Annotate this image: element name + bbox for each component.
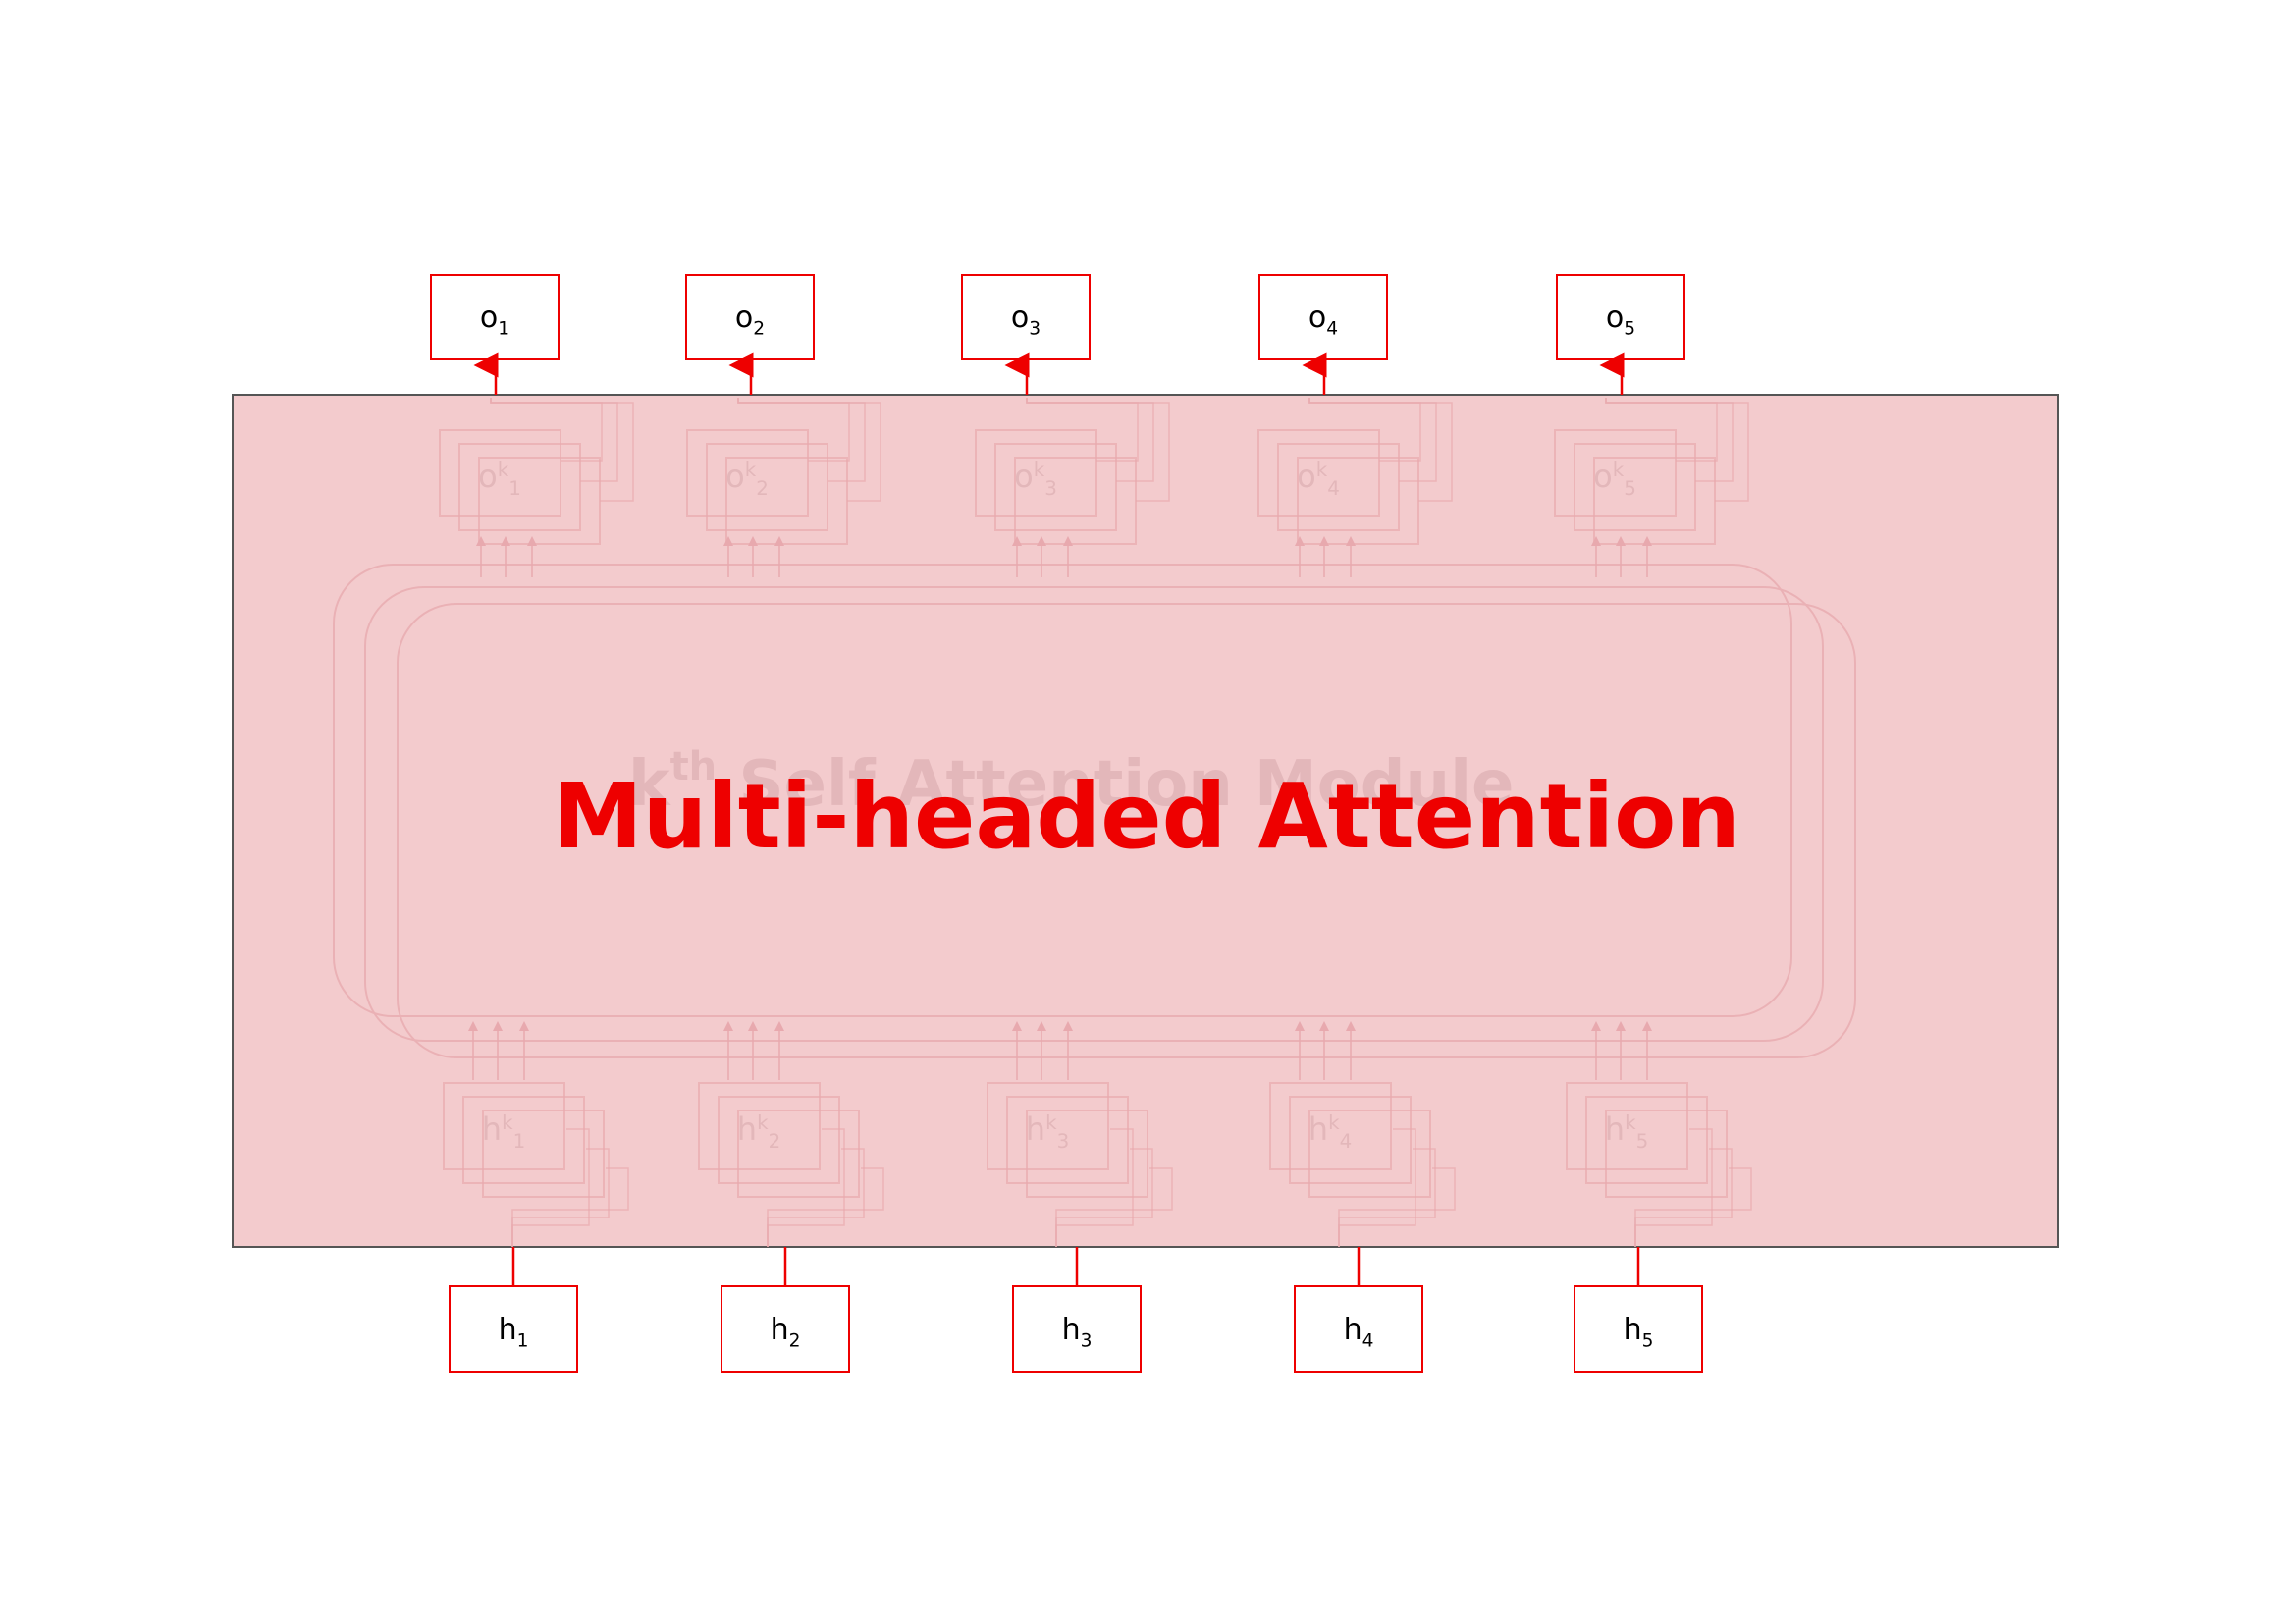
head-input-label-sub: 4 [1340,1130,1353,1153]
input-label-sub: 4 [1362,1331,1374,1352]
head-input-label-sup: k [1625,1111,1636,1134]
head-output-label-base: o [1297,458,1316,495]
head-input-label-base: h [737,1110,757,1148]
output-label-base: o [1606,300,1624,335]
output-label-sub: 2 [753,319,765,340]
head-output-label-sub: 1 [508,477,521,500]
head-input-label-base: h [1308,1110,1328,1148]
head-output-label-base: o [1593,458,1613,495]
head-input-label-base: h [1605,1110,1625,1148]
input-node-4: h4 [1294,1247,1423,1373]
input-node-2: h2 [721,1247,850,1373]
head-input-label-base: h [482,1110,502,1148]
output-label-sub: 1 [498,319,509,340]
head-output-label-base: o [478,458,498,495]
head-output-label-sub: 5 [1624,477,1636,500]
output-label-base: o [1011,300,1029,335]
output-label-base: o [480,300,498,335]
output-label-sub: 5 [1624,319,1635,340]
input-node-1: h1 [449,1247,578,1373]
head-output-label-base: o [725,458,745,495]
head-output-label-sub: 2 [756,477,769,500]
output-label-base: o [735,300,753,335]
input-node-3: h3 [1012,1247,1142,1373]
input-label-base: h [1624,1313,1642,1347]
head-input-label-sub: 2 [769,1130,781,1153]
head-output-label-sup: k [745,459,757,481]
head-output-label-sup: k [1613,459,1625,481]
output-label-sub: 4 [1326,319,1338,340]
head-input-label-base: h [1026,1110,1045,1148]
output-node-1: o1 [430,274,560,395]
head-output-label-sup: k [1034,459,1045,481]
output-label-base: o [1308,300,1326,335]
input-label-sub: 1 [517,1331,529,1352]
output-node-5: o5 [1556,274,1685,395]
head-output-label-sub: 3 [1044,477,1057,500]
diagram-title: Multi-headed Attention [553,764,1740,869]
input-label-base: h [1062,1313,1081,1347]
head-input-label-sub: 3 [1057,1130,1070,1153]
head-input-label-sup: k [757,1111,769,1134]
head-input-label-sup: k [502,1111,513,1134]
head-output-label-sup: k [1316,459,1328,481]
input-label-sub: 2 [789,1331,801,1352]
output-node-2: o2 [685,274,815,395]
head-input-label-sup: k [1328,1111,1340,1134]
input-label-sub: 3 [1081,1331,1093,1352]
input-label-base: h [771,1313,789,1347]
head-output-label-sup: k [498,459,509,481]
input-label-base: h [1344,1313,1362,1347]
input-label-sub: 5 [1642,1331,1654,1352]
head-input-label-sub: 5 [1636,1130,1649,1153]
head-output-label-base: o [1014,458,1034,495]
input-node-5: h5 [1574,1247,1703,1373]
output-label-sub: 3 [1029,319,1041,340]
output-node-4: o4 [1258,274,1388,395]
head-input-label-sub: 1 [513,1130,526,1153]
input-label-base: h [499,1313,517,1347]
output-node-3: o3 [961,274,1091,395]
head-output-label-sub: 4 [1327,477,1340,500]
head-input-label-sup: k [1045,1111,1057,1134]
multi-head-attention-diagram: kth Self Attention Module ok1 ok2 ok3 ok4 ok… [232,274,2059,1373]
